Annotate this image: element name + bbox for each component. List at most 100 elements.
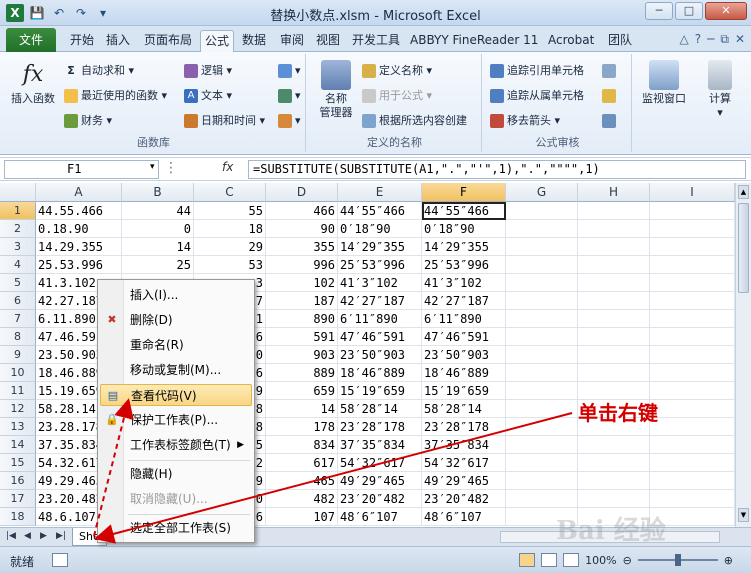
help-icon[interactable]: ? <box>695 32 701 47</box>
cell-d[interactable]: 889 <box>266 364 338 382</box>
calculate-button[interactable]: 计算 ▾ <box>700 60 740 120</box>
cell-a[interactable]: 14.29.355 <box>36 238 122 256</box>
cell-h[interactable] <box>578 256 650 274</box>
cell-f[interactable]: 0′18″90 <box>422 220 506 238</box>
minimize-button[interactable]: ─ <box>645 2 673 20</box>
cell-g[interactable] <box>506 454 578 472</box>
cell-g[interactable] <box>506 256 578 274</box>
cell-g[interactable] <box>506 382 578 400</box>
cell-g[interactable] <box>506 274 578 292</box>
cell-i[interactable] <box>650 202 735 220</box>
first-sheet-icon[interactable]: |◀ <box>6 531 16 541</box>
tab-data[interactable]: 数据 <box>238 30 270 52</box>
cell-e[interactable]: 37′35″834 <box>338 436 422 454</box>
cell-i[interactable] <box>650 454 735 472</box>
page-layout-view-icon[interactable] <box>541 553 558 567</box>
cell-i[interactable] <box>650 346 735 364</box>
cell-e[interactable]: 54′32″617 <box>338 454 422 472</box>
cell-g[interactable] <box>506 220 578 238</box>
cell-d[interactable]: 834 <box>266 436 338 454</box>
cell-g[interactable] <box>506 472 578 490</box>
cell-d[interactable]: 14 <box>266 400 338 418</box>
cell-d[interactable]: 465 <box>266 472 338 490</box>
cell-g[interactable] <box>506 292 578 310</box>
name-box-dropdown-icon[interactable]: ▾ <box>150 162 155 172</box>
formula-bar-grip-icon[interactable]: ⋮ <box>164 160 178 176</box>
cell-f[interactable]: 23′20″482 <box>422 490 506 508</box>
normal-view-icon[interactable] <box>519 553 536 567</box>
financial-button[interactable]: 财务 ▾ <box>64 112 112 130</box>
cell-i[interactable] <box>650 364 735 382</box>
define-name-button[interactable]: 定义名称 ▾ <box>362 62 432 80</box>
menu-rename[interactable]: 重命名(R) <box>100 334 252 356</box>
cell-g[interactable] <box>506 328 578 346</box>
cell-i[interactable] <box>650 400 735 418</box>
menu-protect-sheet[interactable]: 🔒 保护工作表(P)... <box>100 409 252 431</box>
cell-h[interactable] <box>578 346 650 364</box>
datetime-button[interactable]: 日期和时间 ▾ <box>184 112 265 130</box>
zoom-out-icon[interactable]: ⊖ <box>623 554 632 567</box>
cell-d[interactable]: 903 <box>266 346 338 364</box>
autosum-button[interactable]: Σ 自动求和 ▾ <box>64 62 134 80</box>
cell-f[interactable]: 23′28″178 <box>422 418 506 436</box>
column-header-f[interactable]: F <box>422 183 506 202</box>
cell-e[interactable]: 47′46″591 <box>338 328 422 346</box>
cell-f[interactable]: 23′50″903 <box>422 346 506 364</box>
cell-i[interactable] <box>650 418 735 436</box>
use-in-formula-button[interactable]: 用于公式 ▾ <box>362 87 432 105</box>
scroll-thumb[interactable] <box>738 203 749 293</box>
cell-h[interactable] <box>578 436 650 454</box>
cell-d[interactable]: 466 <box>266 202 338 220</box>
row-header[interactable]: 18 <box>0 508 36 526</box>
tab-home[interactable]: 开始 <box>66 30 98 52</box>
cell-i[interactable] <box>650 436 735 454</box>
close-button[interactable]: ✕ <box>705 2 747 20</box>
row-header[interactable]: 6 <box>0 292 36 310</box>
cell-e[interactable]: 25′53″996 <box>338 256 422 274</box>
menu-insert[interactable]: 插入(I)... <box>100 284 252 306</box>
row-header[interactable]: 8 <box>0 328 36 346</box>
cell-f[interactable]: 44′55″466 <box>422 202 506 220</box>
cell-h[interactable] <box>578 220 650 238</box>
close-workbook-icon[interactable]: ✕ <box>735 32 745 47</box>
row-header[interactable]: 14 <box>0 436 36 454</box>
column-header-i[interactable]: I <box>650 183 735 202</box>
cell-f[interactable]: 41′3″102 <box>422 274 506 292</box>
column-header-a[interactable]: A <box>36 183 122 202</box>
row-header[interactable]: 2 <box>0 220 36 238</box>
tab-view[interactable]: 视图 <box>312 30 344 52</box>
column-header-e[interactable]: E <box>338 183 422 202</box>
cell-g[interactable] <box>506 400 578 418</box>
cell-e[interactable]: 18′46″889 <box>338 364 422 382</box>
tab-file[interactable]: 文件 <box>6 28 56 52</box>
cell-c[interactable]: 53 <box>194 256 266 274</box>
scroll-down-icon[interactable]: ▼ <box>738 508 749 522</box>
cell-g[interactable] <box>506 364 578 382</box>
cell-d[interactable]: 659 <box>266 382 338 400</box>
menu-move-copy[interactable]: 移动或复制(M)... <box>100 359 252 381</box>
tab-acrobat[interactable]: Acrobat <box>544 30 598 52</box>
column-header-h[interactable]: H <box>578 183 650 202</box>
cell-b[interactable]: 14 <box>122 238 194 256</box>
watch-window-button[interactable]: 监视窗口 <box>636 60 692 106</box>
cell-a[interactable]: 0.18.90 <box>36 220 122 238</box>
cell-i[interactable] <box>650 220 735 238</box>
cell-h[interactable] <box>578 490 650 508</box>
cell-d[interactable]: 355 <box>266 238 338 256</box>
cell-d[interactable]: 996 <box>266 256 338 274</box>
maximize-button[interactable]: □ <box>675 2 703 20</box>
row-header[interactable]: 9 <box>0 346 36 364</box>
cell-b[interactable]: 44 <box>122 202 194 220</box>
tab-page-layout[interactable]: 页面布局 <box>140 30 196 52</box>
tab-insert[interactable]: 插入 <box>102 30 134 52</box>
insert-function-button[interactable]: fx 插入函数 <box>6 60 60 106</box>
cell-g[interactable] <box>506 418 578 436</box>
cell-a[interactable]: 25.53.996 <box>36 256 122 274</box>
cell-f[interactable]: 54′32″617 <box>422 454 506 472</box>
show-formulas-button[interactable] <box>602 62 619 80</box>
cell-e[interactable]: 23′20″482 <box>338 490 422 508</box>
text-functions-button[interactable]: A 文本 ▾ <box>184 87 232 105</box>
cell-d[interactable]: 90 <box>266 220 338 238</box>
cell-c[interactable]: 29 <box>194 238 266 256</box>
menu-view-code[interactable]: ▤ 查看代码(V) <box>100 384 252 406</box>
